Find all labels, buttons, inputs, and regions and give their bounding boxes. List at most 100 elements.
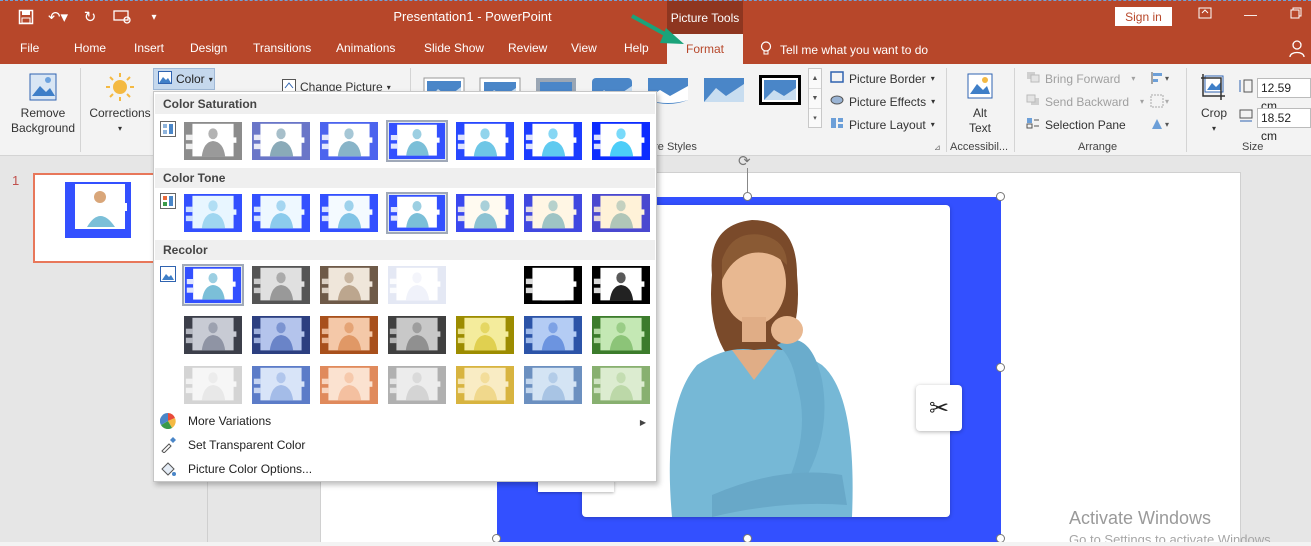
recolor-swatch[interactable] [454,364,516,406]
more-variations-label: More Variations [188,414,272,428]
recolor-swatch[interactable] [318,364,380,406]
tab-home[interactable]: Home [74,41,106,55]
resize-handle-right[interactable] [996,363,1005,372]
tell-me-box[interactable]: Tell me what you want to do [760,41,928,59]
tone-swatch[interactable] [318,192,380,234]
share-person-icon[interactable] [1289,40,1305,58]
picture-color-options-item[interactable]: Picture Color Options... [158,458,312,480]
crop-button[interactable]: Crop ▾ [1194,72,1234,136]
picture-effects-button[interactable]: Picture Effects ▾ [830,94,935,109]
recolor-swatch[interactable] [454,314,516,356]
recolor-swatch[interactable] [590,314,652,356]
color-button[interactable]: Color ▾ [153,68,215,90]
saturation-swatch[interactable] [590,120,652,162]
svg-text:▾: ▾ [1165,97,1169,106]
picture-border-button[interactable]: Picture Border ▾ [830,71,935,86]
ribbon-display-icon[interactable] [1198,7,1212,22]
send-backward-icon [1026,94,1040,109]
accessibility-group-label: Accessibil... [950,141,1009,153]
tab-transitions[interactable]: Transitions [253,41,311,55]
tab-view[interactable]: View [571,41,597,55]
saturation-swatch[interactable] [318,120,380,162]
recolor-swatch[interactable] [250,364,312,406]
tab-animations[interactable]: Animations [336,41,395,55]
picture-color-options-label: Picture Color Options... [188,462,313,476]
recolor-swatch[interactable] [182,314,244,356]
saturation-swatch[interactable] [182,120,244,162]
picture-style-7[interactable] [758,72,802,106]
set-transparent-color-item[interactable]: Set Transparent Color [158,434,305,456]
recolor-swatch[interactable] [386,364,448,406]
recolor-swatch[interactable] [454,264,516,306]
tone-swatch[interactable] [454,192,516,234]
more-variations-item[interactable]: More Variations [158,410,271,432]
remove-background-button[interactable]: Remove Background [6,72,80,136]
minimize-icon[interactable]: — [1244,7,1257,22]
recolor-swatch[interactable] [522,264,584,306]
saturation-swatch[interactable] [454,120,516,162]
tab-review[interactable]: Review [508,41,547,55]
tone-swatch[interactable] [250,192,312,234]
restore-icon[interactable] [1290,7,1302,22]
tone-swatch[interactable] [590,192,652,234]
recolor-header: Recolor [155,240,655,260]
gallery-up-icon[interactable]: ▲ [809,69,821,89]
recolor-swatch[interactable] [590,264,652,306]
picture-styles-launcher-icon[interactable]: ⊿ [934,143,941,152]
saturation-swatch[interactable] [386,120,448,162]
recolor-swatch[interactable] [182,264,244,306]
set-transparent-color-label: Set Transparent Color [188,438,306,452]
picture-style-6[interactable] [702,72,746,106]
corrections-button[interactable]: Corrections ▾ [86,72,154,136]
recolor-swatch[interactable] [318,264,380,306]
bring-forward-button[interactable]: Bring Forward ▾ [1026,71,1135,86]
resize-handle-top-right[interactable] [996,192,1005,201]
selection-pane-icon [1026,117,1040,132]
selection-pane-button[interactable]: Selection Pane [1026,117,1126,132]
alt-text-label: Alt Text [968,106,991,135]
group-icon[interactable]: ▾ [1150,94,1172,111]
gallery-down-icon[interactable]: ▼ [809,89,821,109]
scissors-button[interactable]: ✂ [916,385,962,431]
recolor-swatch[interactable] [318,314,380,356]
styles-gallery-scroll[interactable]: ▲ ▼ ▾ [808,68,822,128]
recolor-swatch[interactable] [250,314,312,356]
picture-effects-label: Picture Effects [849,94,927,109]
width-input[interactable]: 18.52 cm [1257,108,1311,143]
saturation-swatch[interactable] [522,120,584,162]
tone-swatch[interactable] [182,192,244,234]
recolor-swatch[interactable] [522,364,584,406]
paint-bucket-icon [158,461,178,477]
tone-swatch[interactable] [386,192,448,234]
scissors-icon: ✂ [928,394,950,422]
recolor-swatch[interactable] [386,314,448,356]
saturation-swatch[interactable] [250,120,312,162]
rotate-handle-icon[interactable]: ⟳ [738,152,751,170]
recolor-swatch[interactable] [386,264,448,306]
tone-swatch[interactable] [522,192,584,234]
resize-handle-top[interactable] [743,192,752,201]
sign-in-button[interactable]: Sign in [1115,7,1172,26]
recolor-swatch[interactable] [182,364,244,406]
rotate-icon[interactable]: ▾ [1150,117,1172,134]
height-input[interactable]: 12.59 cm [1257,78,1311,113]
gallery-more-icon[interactable]: ▾ [809,109,821,129]
tab-design[interactable]: Design [190,41,227,55]
crop-dropdown-icon: ▾ [1211,124,1216,133]
send-backward-button[interactable]: Send Backward ▾ [1026,94,1144,109]
recolor-swatch[interactable] [250,264,312,306]
recolor-swatch[interactable] [590,364,652,406]
align-icon[interactable]: ▾ [1150,71,1172,88]
bring-forward-icon [1026,71,1040,86]
bring-forward-label: Bring Forward [1045,71,1121,86]
send-backward-label: Send Backward [1045,94,1130,109]
picture-layout-button[interactable]: Picture Layout ▾ [830,117,935,132]
slide-thumbnail-1[interactable] [33,173,157,263]
tab-insert[interactable]: Insert [134,41,164,55]
recolor-swatch[interactable] [522,314,584,356]
lightbulb-icon [760,41,772,59]
tab-file[interactable]: File [20,41,39,55]
tab-slide-show[interactable]: Slide Show [424,41,484,55]
alt-text-button[interactable]: Alt Text [958,72,1002,136]
status-bar [0,542,1311,546]
